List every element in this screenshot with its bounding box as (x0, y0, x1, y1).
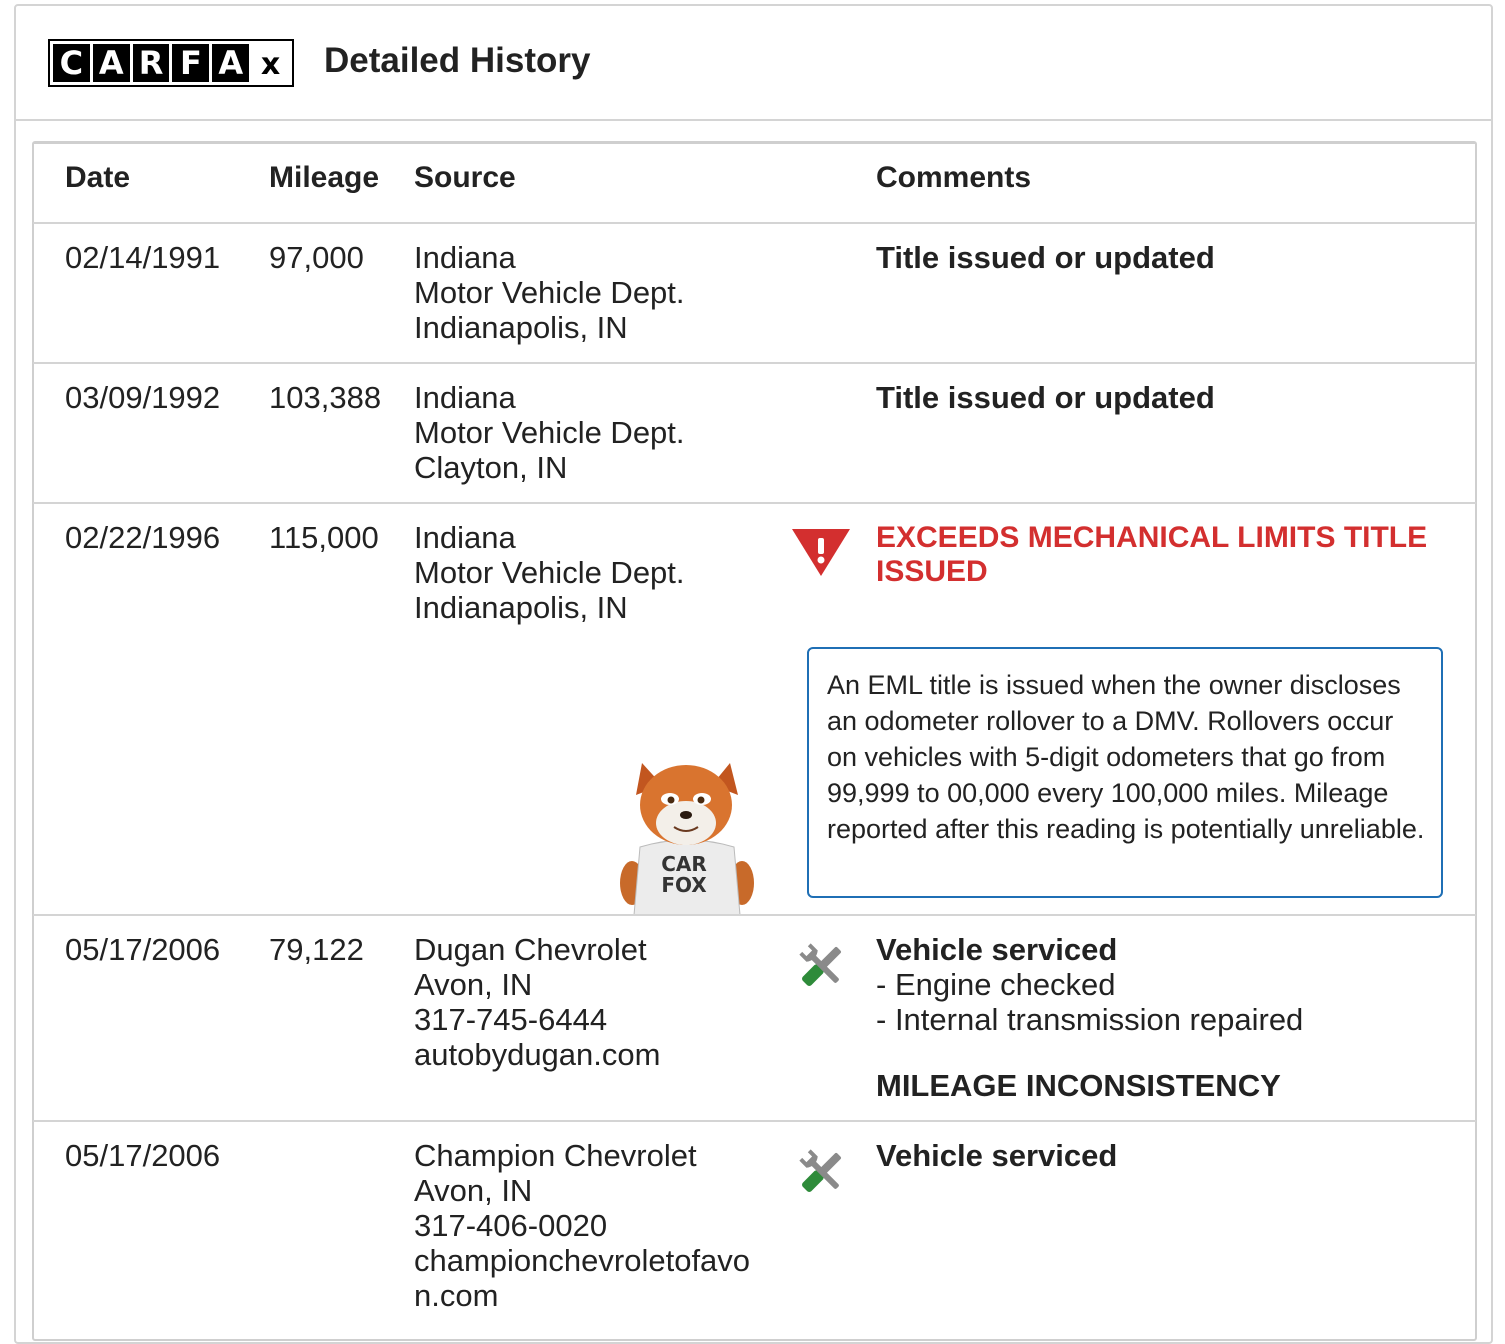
detail-text: Internal transmission repaired (894, 1002, 1304, 1037)
source-line: autobydugan.com (414, 1037, 661, 1072)
source-line: Indiana (414, 240, 516, 275)
row-date: 05/17/2006 (65, 1138, 221, 1173)
alert-title: EXCEEDS MECHANICAL LIMITS TITLE ISSUED (876, 521, 1428, 588)
column-header-comments: Comments (876, 161, 1032, 194)
source-line: Indiana (414, 520, 516, 555)
wrench-screwdriver-icon (799, 1149, 841, 1192)
row-comment: Vehicle serviced (876, 932, 1118, 967)
row-divider (33, 502, 1476, 504)
eml-info-box: An EML title is issued when the owner di… (807, 647, 1443, 898)
source-line: Indianapolis, IN (414, 590, 628, 625)
row-date: 02/22/1996 (65, 520, 221, 555)
carfax-logo: C A R F A x (48, 39, 294, 87)
warning-triangle-icon (792, 529, 850, 576)
row-source: Dugan Chevrolet Avon, IN 317-745-6444 au… (414, 932, 660, 1072)
detail-item: - Engine checked (876, 967, 1116, 1002)
detail-text: Engine checked (894, 967, 1116, 1002)
row-mileage: 115,000 (269, 520, 379, 555)
header-divider (33, 222, 1476, 224)
logo-letter: x (252, 44, 289, 82)
source-line: n.com (414, 1278, 499, 1313)
logo-letter: A (212, 44, 250, 82)
source-line: Champion Chevrolet (414, 1138, 697, 1173)
source-line: Motor Vehicle Dept. (414, 415, 685, 450)
page-title: Detailed History (324, 41, 591, 80)
row-divider (33, 362, 1476, 364)
row-date: 05/17/2006 (65, 932, 221, 967)
row-mileage: 103,388 (269, 380, 382, 415)
logo-letter: F (172, 44, 210, 82)
row-date: 03/09/1992 (65, 380, 221, 415)
row-source: Indiana Motor Vehicle Dept. Indianapolis… (414, 520, 685, 625)
source-line: Indiana (414, 380, 516, 415)
row-comment: Vehicle serviced (876, 1138, 1118, 1173)
logo-letter: A (92, 44, 130, 82)
source-line: Motor Vehicle Dept. (414, 275, 685, 310)
mascot-shirt-text: FOX (661, 873, 707, 897)
panel-header: C A R F A x Detailed History (16, 6, 1491, 121)
mileage-inconsistency-flag: MILEAGE INCONSISTENCY (876, 1068, 1281, 1103)
row-mileage: 97,000 (269, 240, 364, 275)
source-line: Dugan Chevrolet (414, 932, 647, 967)
column-header-source: Source (414, 161, 516, 194)
row-source: Indiana Motor Vehicle Dept. Indianapolis… (414, 240, 685, 345)
row-divider (33, 1120, 1476, 1122)
row-source: Indiana Motor Vehicle Dept. Clayton, IN (414, 380, 685, 485)
logo-letter: R (132, 44, 170, 82)
logo-letter: C (53, 44, 90, 82)
row-divider (33, 914, 1476, 916)
wrench-screwdriver-icon (799, 943, 841, 986)
row-date: 02/14/1991 (65, 240, 221, 275)
row-source: Champion Chevrolet Avon, IN 317-406-0020… (414, 1138, 750, 1313)
source-line: championchevroletofavo (414, 1243, 751, 1278)
row-comment: Title issued or updated (876, 380, 1215, 415)
row-comment: Title issued or updated (876, 240, 1215, 275)
row-mileage: 79,122 (269, 932, 364, 967)
row-comment-block: Vehicle serviced - Engine checked - Inte… (876, 932, 1303, 1037)
source-line: 317-406-0020 (414, 1208, 608, 1243)
source-line: Clayton, IN (414, 450, 568, 485)
detail-item: - Internal transmission repaired (876, 1002, 1304, 1037)
column-header-mileage: Mileage (269, 161, 380, 194)
column-header-date: Date (65, 161, 131, 194)
source-line: Avon, IN (414, 1173, 533, 1208)
source-line: Motor Vehicle Dept. (414, 555, 685, 590)
source-line: 317-745-6444 (414, 1002, 608, 1037)
source-line: Indianapolis, IN (414, 310, 628, 345)
carfox-mascot-image: CAR FOX (620, 763, 754, 915)
source-line: Avon, IN (414, 967, 533, 1002)
